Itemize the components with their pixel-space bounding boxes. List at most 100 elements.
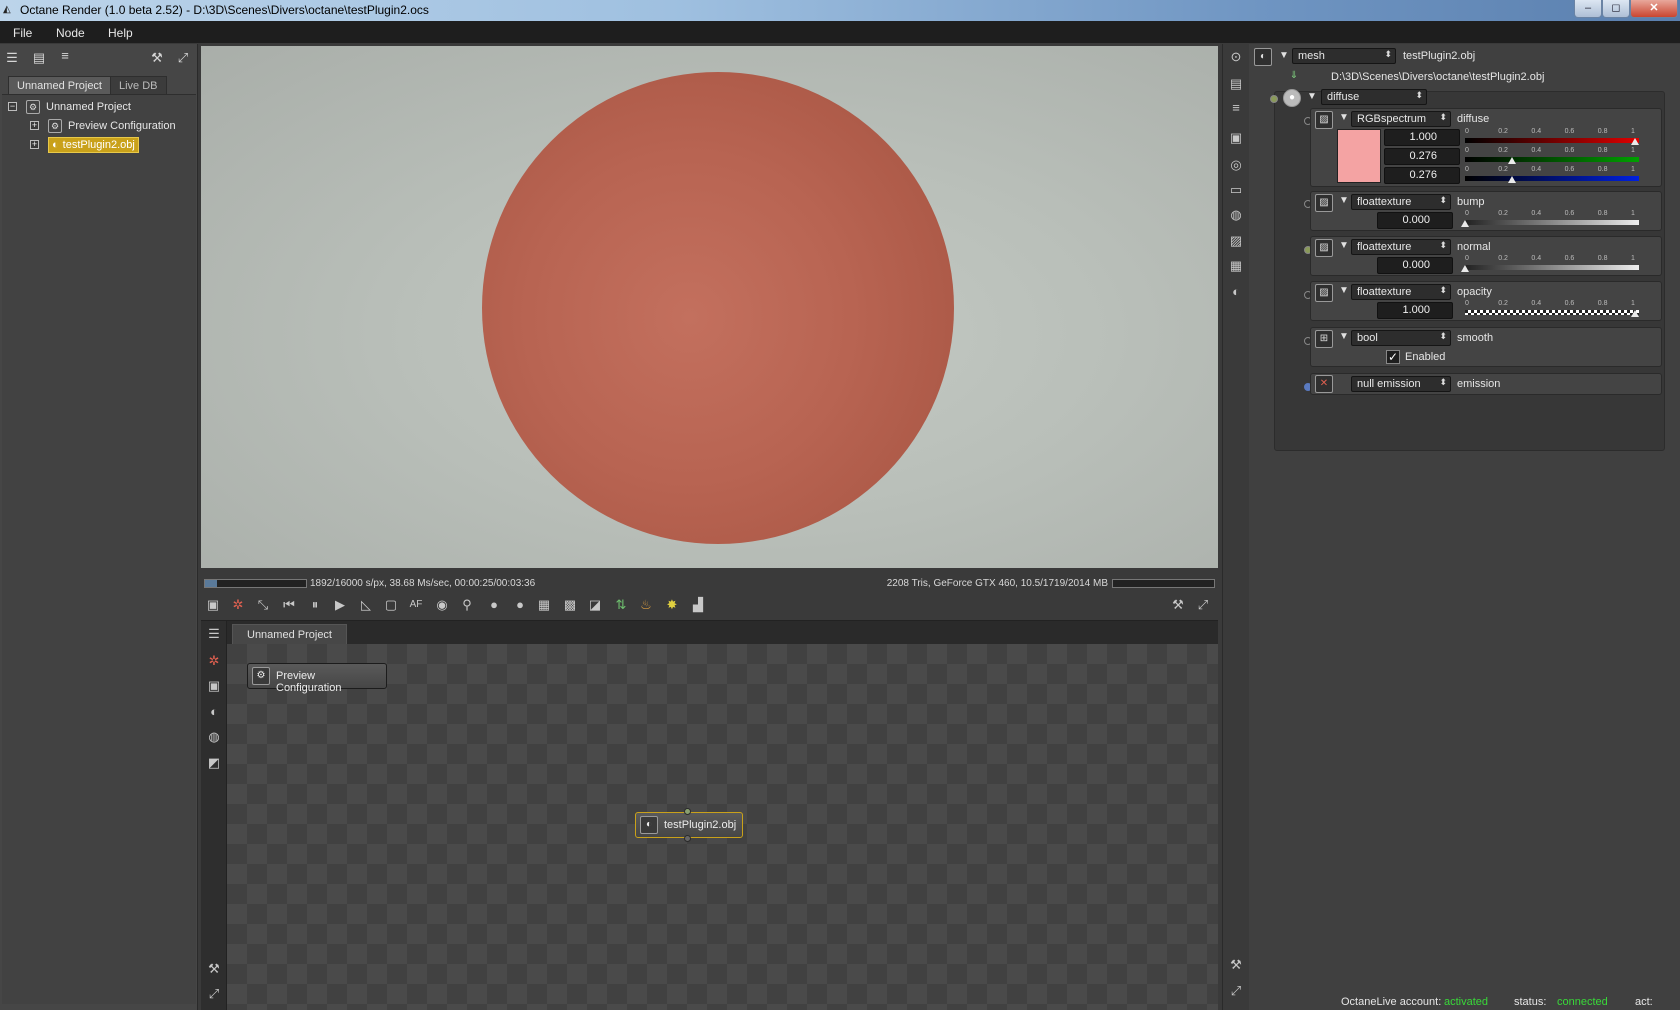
autofocus-icon[interactable]: AF <box>407 596 425 614</box>
slider-thumb[interactable] <box>1461 220 1469 227</box>
maximize-button[interactable]: ◻ <box>1602 0 1630 18</box>
list-icon[interactable]: ≡ <box>56 47 74 65</box>
menu-file[interactable]: File <box>13 26 32 40</box>
diffuse-g-slider[interactable]: 0 0.2 0.4 0.6 0.8 1 <box>1465 147 1639 165</box>
collapse-triangle-icon[interactable]: ▼ <box>1339 112 1349 123</box>
selected-tree-item[interactable]: ◐ testPlugin2.obj <box>48 137 139 153</box>
material-icon[interactable]: ◐ <box>1227 283 1245 301</box>
collapse-triangle-icon[interactable]: ▼ <box>1339 285 1349 296</box>
collapse-triangle-icon[interactable]: ▼ <box>1339 195 1349 206</box>
diffuse-r-slider[interactable]: 0 0.2 0.4 0.6 0.8 1 <box>1465 128 1639 146</box>
outliner-tree-icon[interactable]: ☰ <box>3 49 21 67</box>
light-icon[interactable]: ✸ <box>663 596 681 614</box>
fullscreen-icon[interactable]: ⤢ <box>1227 982 1245 1000</box>
mesh-node-icon[interactable]: ◐ <box>205 703 223 721</box>
region-icon[interactable]: ▦ <box>535 596 553 614</box>
picker-icon[interactable]: ⚲ <box>458 596 476 614</box>
collapse-triangle-icon[interactable]: ▼ <box>1339 240 1349 251</box>
output-pin[interactable] <box>684 835 691 842</box>
tree-item-testplugin2[interactable]: + ◐ testPlugin2.obj <box>2 137 192 153</box>
slider-thumb[interactable] <box>1507 157 1516 164</box>
input-pin[interactable] <box>684 808 691 815</box>
graph-tree-icon[interactable]: ☰ <box>205 625 223 643</box>
list-icon[interactable]: ≡ <box>1227 99 1245 117</box>
close-button[interactable]: ✕ <box>1630 0 1678 18</box>
image-icon[interactable]: ▣ <box>1227 129 1245 147</box>
minimize-button[interactable]: – <box>1574 0 1602 18</box>
slider-thumb[interactable] <box>1461 265 1469 272</box>
emission-type-dropdown[interactable]: null emission ⬍ <box>1351 376 1451 392</box>
collapse-triangle-icon[interactable]: ▼ <box>1339 331 1349 342</box>
opacity-value-field[interactable]: 1.000 <box>1377 302 1453 319</box>
wrench-icon[interactable]: ⚒ <box>1227 956 1245 974</box>
inspector-icon[interactable]: ⊙ <box>1227 48 1245 66</box>
wrench-icon[interactable]: ⚒ <box>205 960 223 978</box>
node-type-dropdown[interactable]: mesh ⬍ <box>1292 48 1396 64</box>
slider-thumb[interactable] <box>1631 310 1639 317</box>
normal-slider[interactable]: 0 0.2 0.4 0.6 0.8 1 <box>1461 255 1639 273</box>
image-node-icon[interactable]: ▣ <box>205 677 223 695</box>
diffuse-b-field[interactable]: 0.276 <box>1384 167 1460 184</box>
picture-icon[interactable]: ▨ <box>1227 232 1245 250</box>
collapse-icon[interactable]: − <box>8 102 17 111</box>
tree-item-preview-configuration[interactable]: + ⚙ Preview Configuration <box>2 118 192 134</box>
restart-render-icon[interactable]: ⏮ <box>280 596 298 614</box>
slider-thumb[interactable] <box>1507 176 1516 183</box>
normal-value-field[interactable]: 0.000 <box>1377 257 1453 274</box>
bump-slider[interactable]: 0 0.2 0.4 0.6 0.8 1 <box>1461 210 1639 228</box>
pause-icon[interactable]: ⏸ <box>306 596 324 614</box>
layers-icon[interactable]: ▤ <box>30 49 48 67</box>
globe-icon[interactable]: ◍ <box>1227 206 1245 224</box>
collapse-triangle-icon[interactable]: ▼ <box>1279 50 1289 61</box>
fullscreen-icon[interactable]: ⤢ <box>1194 596 1212 614</box>
collapse-triangle-icon[interactable]: ▼ <box>1307 91 1317 102</box>
grid-icon[interactable]: ▦ <box>1227 257 1245 275</box>
save-image-icon[interactable]: ▣ <box>204 596 222 614</box>
object-picker-icon[interactable]: ● <box>511 596 529 614</box>
pin-bullet[interactable] <box>1270 95 1278 103</box>
menu-help[interactable]: Help <box>108 26 133 40</box>
fullscreen-icon[interactable]: ⤢ <box>205 985 223 1003</box>
expand-icon[interactable]: + <box>30 121 39 130</box>
camera-icon[interactable]: ◎ <box>1227 156 1245 174</box>
graph-canvas[interactable]: ⚙ Preview Configuration ◐ testPlugin2.ob… <box>227 644 1218 1010</box>
bump-type-dropdown[interactable]: floattexture ⬍ <box>1351 194 1451 210</box>
tab-live-db[interactable]: Live DB <box>110 76 167 94</box>
opacity-slider[interactable]: 0 0.2 0.4 0.6 0.8 1 <box>1465 300 1639 318</box>
environment-node-icon[interactable]: ◩ <box>205 754 223 772</box>
tab-graph-unnamed-project[interactable]: Unnamed Project <box>232 624 347 644</box>
expand-icon[interactable]: + <box>30 140 39 149</box>
graph-node-preview-configuration[interactable]: ⚙ Preview Configuration <box>247 663 387 694</box>
menu-node[interactable]: Node <box>56 26 85 40</box>
lock-icon[interactable]: ▟ <box>689 596 707 614</box>
wrench-icon[interactable]: ⚒ <box>148 49 166 67</box>
tree-item-root[interactable]: − ⚙ Unnamed Project <box>2 99 192 115</box>
resize-icon[interactable]: ⤡ <box>254 596 272 614</box>
diffuse-r-field[interactable]: 1.000 <box>1384 129 1460 146</box>
slider-thumb[interactable] <box>1631 138 1639 145</box>
recenter-view-icon[interactable]: ◺ <box>357 596 375 614</box>
layers-icon[interactable]: ▤ <box>1227 75 1245 93</box>
viewport-lock-icon[interactable]: ▢ <box>382 596 400 614</box>
bump-value-field[interactable]: 0.000 <box>1377 212 1453 229</box>
texture-node-icon[interactable]: ◍ <box>205 728 223 746</box>
checker-icon[interactable]: ▩ <box>561 596 579 614</box>
stop-render-icon[interactable]: ✲ <box>229 596 247 614</box>
material-type-dropdown[interactable]: diffuse ⬍ <box>1321 89 1427 105</box>
maximize-panel-icon[interactable]: ⤢ <box>174 49 192 67</box>
smooth-type-dropdown[interactable]: bool ⬍ <box>1351 330 1451 346</box>
material-icon[interactable]: ♨ <box>637 596 655 614</box>
diffuse-g-field[interactable]: 0.276 <box>1384 148 1460 165</box>
tab-unnamed-project[interactable]: Unnamed Project <box>8 76 111 94</box>
camera-icon[interactable]: ◉ <box>433 596 451 614</box>
tile-icon[interactable]: ◪ <box>586 596 604 614</box>
diffuse-type-dropdown[interactable]: RGBspectrum ⬍ <box>1351 111 1451 127</box>
graph-node-testplugin2[interactable]: ◐ testPlugin2.obj <box>635 808 743 842</box>
material-picker-icon[interactable]: ● <box>485 596 503 614</box>
opacity-type-dropdown[interactable]: floattexture ⬍ <box>1351 284 1451 300</box>
render-node-icon[interactable]: ✲ <box>205 652 223 670</box>
normal-type-dropdown[interactable]: floattexture ⬍ <box>1351 239 1451 255</box>
diffuse-b-slider[interactable]: 0 0.2 0.4 0.6 0.8 1 <box>1465 166 1639 184</box>
play-icon[interactable]: ▶ <box>331 596 349 614</box>
diffuse-color-swatch[interactable] <box>1337 129 1381 183</box>
